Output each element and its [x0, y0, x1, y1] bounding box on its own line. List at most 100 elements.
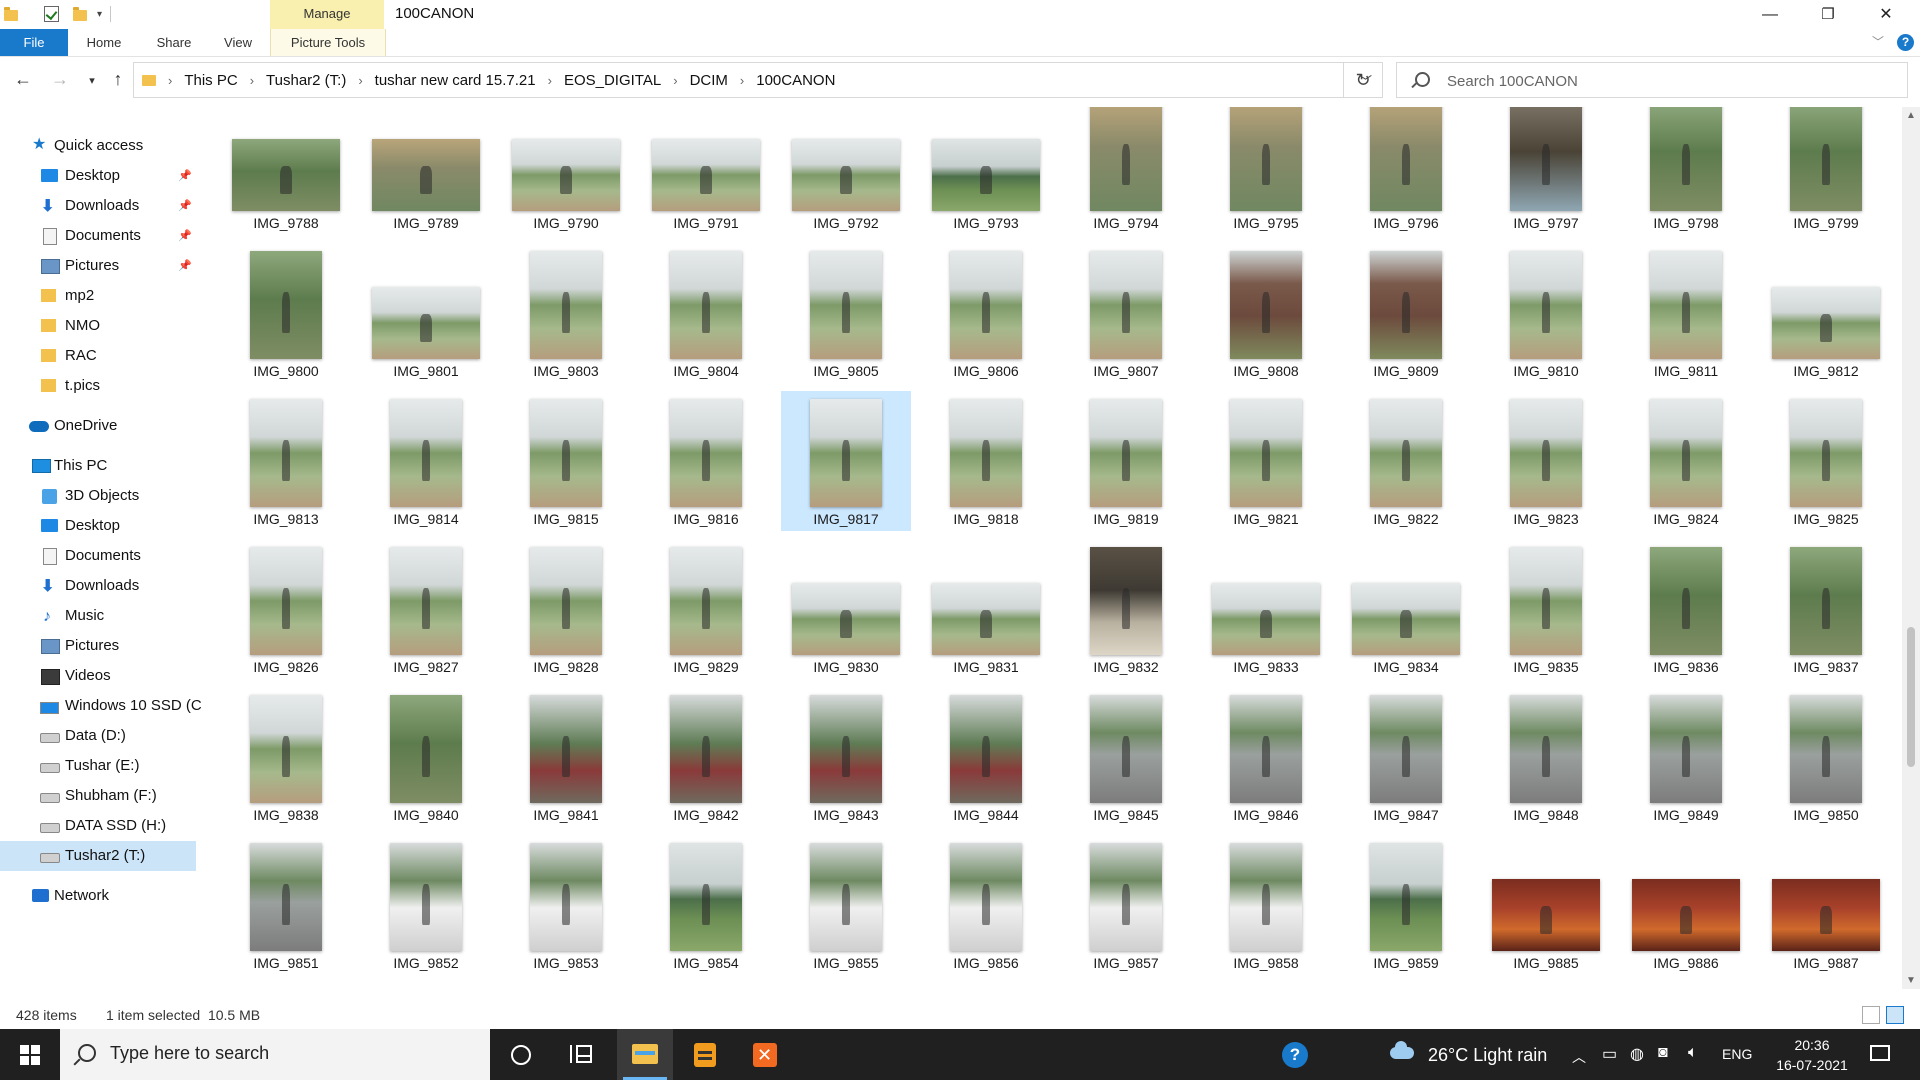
- image-thumbnail[interactable]: [390, 547, 462, 655]
- properties-icon[interactable]: [44, 6, 59, 22]
- image-thumbnail[interactable]: [810, 843, 882, 951]
- file-item[interactable]: IMG_9851: [221, 835, 351, 975]
- vertical-scrollbar[interactable]: ▲ ▼: [1902, 107, 1920, 989]
- volume-icon[interactable]: 🔈︎: [1688, 1044, 1698, 1062]
- sublime-text-taskbar-button[interactable]: [677, 1029, 733, 1080]
- file-item[interactable]: IMG_9887: [1761, 835, 1888, 975]
- image-thumbnail[interactable]: [810, 399, 882, 507]
- image-thumbnail[interactable]: [950, 251, 1022, 359]
- file-explorer-taskbar-button[interactable]: [617, 1029, 673, 1080]
- image-thumbnail[interactable]: [1370, 843, 1442, 951]
- pin-icon[interactable]: 📌: [178, 259, 192, 272]
- file-item[interactable]: IMG_9838: [221, 687, 351, 827]
- details-view-icon[interactable]: [1862, 1006, 1880, 1024]
- nav-videos[interactable]: Videos: [0, 661, 196, 691]
- chevron-right-icon[interactable]: ›: [358, 73, 362, 88]
- file-item[interactable]: IMG_9789: [361, 107, 491, 235]
- image-thumbnail[interactable]: [1492, 879, 1600, 951]
- image-thumbnail[interactable]: [1370, 107, 1442, 211]
- breadcrumb-drive[interactable]: Tushar2 (T:): [266, 72, 346, 89]
- file-item[interactable]: IMG_9801: [361, 243, 491, 383]
- file-item[interactable]: IMG_9831: [921, 539, 1051, 679]
- tab-picture-tools[interactable]: Picture Tools: [270, 29, 386, 56]
- chevron-up-icon[interactable]: ︿: [1572, 1047, 1586, 1067]
- image-thumbnail[interactable]: [1650, 695, 1722, 803]
- up-arrow-icon[interactable]: ↑: [106, 69, 130, 90]
- image-thumbnail[interactable]: [1790, 107, 1862, 211]
- file-item[interactable]: IMG_9842: [641, 687, 771, 827]
- forward-arrow-icon[interactable]: →: [48, 69, 72, 90]
- image-thumbnail[interactable]: [1230, 695, 1302, 803]
- image-thumbnail[interactable]: [1790, 399, 1862, 507]
- file-item[interactable]: IMG_9886: [1621, 835, 1751, 975]
- file-item[interactable]: IMG_9825: [1761, 391, 1888, 531]
- file-item[interactable]: IMG_9844: [921, 687, 1051, 827]
- file-item[interactable]: IMG_9791: [641, 107, 771, 235]
- address-bar[interactable]: › This PC › Tushar2 (T:) › tushar new ca…: [133, 62, 1383, 98]
- file-item[interactable]: IMG_9845: [1061, 687, 1191, 827]
- expand-ribbon-icon[interactable]: ﹀: [1872, 33, 1884, 50]
- help-icon[interactable]: ?: [1897, 34, 1914, 51]
- image-thumbnail[interactable]: [1510, 547, 1582, 655]
- image-thumbnail[interactable]: [1510, 399, 1582, 507]
- image-thumbnail[interactable]: [652, 139, 760, 211]
- notification-icon[interactable]: [1870, 1045, 1890, 1061]
- image-thumbnail[interactable]: [670, 251, 742, 359]
- image-thumbnail[interactable]: [1230, 251, 1302, 359]
- image-thumbnail[interactable]: [670, 399, 742, 507]
- image-thumbnail[interactable]: [1772, 287, 1880, 359]
- nav-drive-d[interactable]: Data (D:): [0, 721, 196, 751]
- file-item[interactable]: IMG_9835: [1481, 539, 1611, 679]
- chevron-right-icon[interactable]: ›: [250, 73, 254, 88]
- chevron-right-icon[interactable]: ›: [740, 73, 744, 88]
- image-thumbnail[interactable]: [390, 695, 462, 803]
- file-item[interactable]: IMG_9885: [1481, 835, 1611, 975]
- image-thumbnail[interactable]: [530, 695, 602, 803]
- file-item[interactable]: IMG_9793: [921, 107, 1051, 235]
- image-thumbnail[interactable]: [232, 139, 340, 211]
- breadcrumb-eos-digital[interactable]: EOS_DIGITAL: [564, 72, 661, 89]
- image-thumbnail[interactable]: [390, 843, 462, 951]
- image-thumbnail[interactable]: [1790, 695, 1862, 803]
- image-thumbnail[interactable]: [250, 399, 322, 507]
- image-thumbnail[interactable]: [390, 399, 462, 507]
- image-thumbnail[interactable]: [1650, 547, 1722, 655]
- file-item[interactable]: IMG_9840: [361, 687, 491, 827]
- file-item[interactable]: IMG_9859: [1341, 835, 1471, 975]
- image-thumbnail[interactable]: [1090, 107, 1162, 211]
- nav-quick-mp2[interactable]: mp2: [0, 281, 196, 311]
- file-item[interactable]: IMG_9824: [1621, 391, 1751, 531]
- image-thumbnail[interactable]: [1510, 251, 1582, 359]
- file-item[interactable]: IMG_9803: [501, 243, 631, 383]
- image-thumbnail[interactable]: [1772, 879, 1880, 951]
- nav-drive-h[interactable]: DATA SSD (H:): [0, 811, 196, 841]
- nav-quick-desktop[interactable]: Desktop 📌: [0, 161, 196, 191]
- image-thumbnail[interactable]: [950, 695, 1022, 803]
- image-thumbnail[interactable]: [250, 843, 322, 951]
- image-thumbnail[interactable]: [372, 287, 480, 359]
- file-item[interactable]: IMG_9837: [1761, 539, 1888, 679]
- nav-downloads[interactable]: ⬇ Downloads: [0, 571, 196, 601]
- cortana-button[interactable]: [492, 1029, 548, 1080]
- nav-documents[interactable]: Documents: [0, 541, 196, 571]
- nav-quick-access[interactable]: ★ Quick access: [0, 131, 196, 161]
- file-item[interactable]: IMG_9822: [1341, 391, 1471, 531]
- nav-quick-pictures[interactable]: Pictures 📌: [0, 251, 196, 281]
- file-item[interactable]: IMG_9847: [1341, 687, 1471, 827]
- image-thumbnail[interactable]: [1510, 107, 1582, 211]
- file-item[interactable]: IMG_9823: [1481, 391, 1611, 531]
- file-item[interactable]: IMG_9815: [501, 391, 631, 531]
- help-tips-icon[interactable]: ?: [1282, 1042, 1308, 1068]
- breadcrumb-100canon[interactable]: 100CANON: [756, 72, 835, 89]
- image-thumbnail[interactable]: [950, 399, 1022, 507]
- clock[interactable]: 20:36 16-07-2021: [1765, 1035, 1859, 1075]
- search-box[interactable]: [1396, 62, 1908, 98]
- image-thumbnail[interactable]: [810, 251, 882, 359]
- battery-icon[interactable]: ▭: [1602, 1044, 1617, 1064]
- image-thumbnail[interactable]: [670, 695, 742, 803]
- nav-quick-tpics[interactable]: t.pics: [0, 371, 196, 401]
- file-item[interactable]: IMG_9832: [1061, 539, 1191, 679]
- breadcrumb-dcim[interactable]: DCIM: [690, 72, 728, 89]
- nav-quick-nmo[interactable]: NMO: [0, 311, 196, 341]
- nav-drive-c[interactable]: Windows 10 SSD (C: [0, 691, 202, 721]
